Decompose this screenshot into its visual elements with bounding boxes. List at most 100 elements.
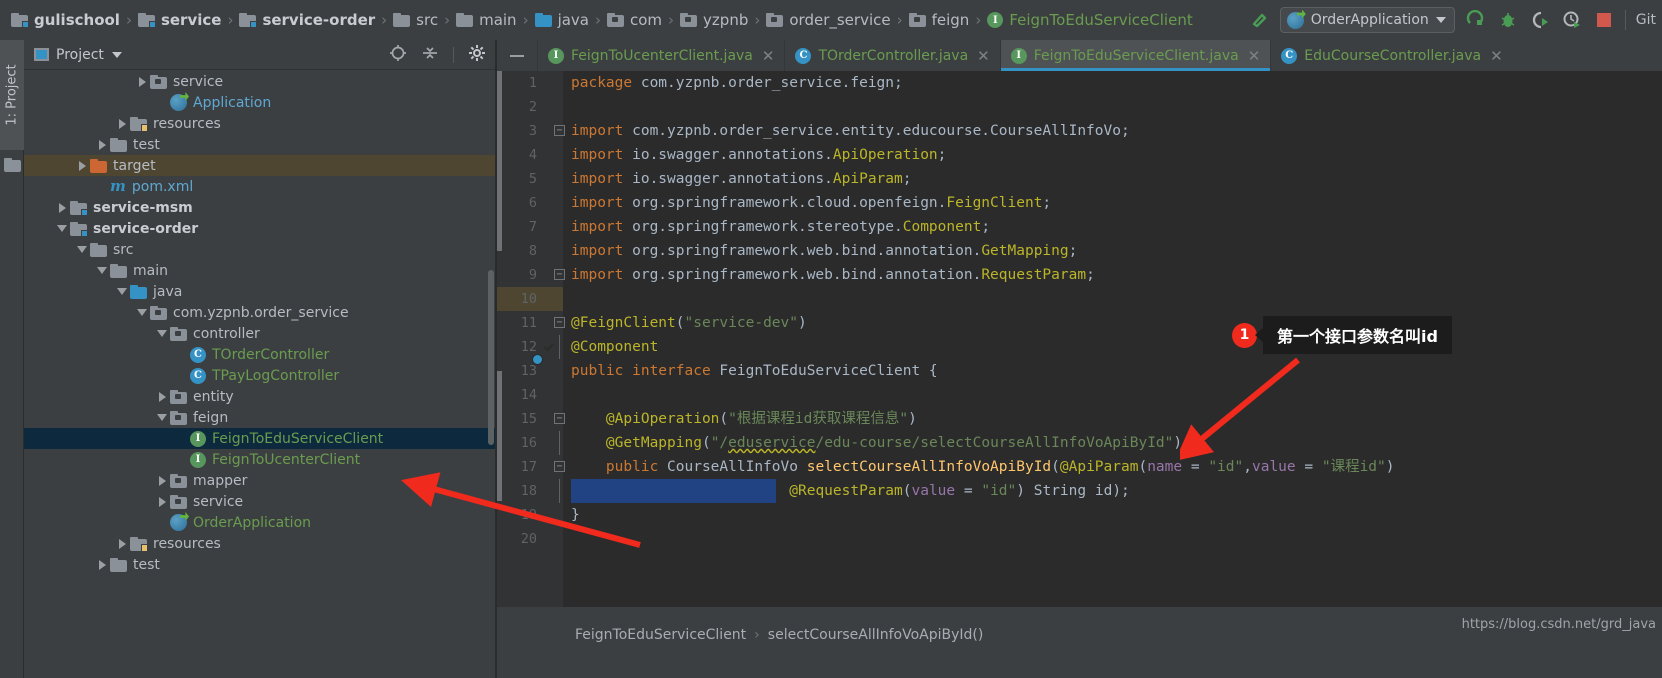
chevron-down-icon[interactable] [154,330,170,337]
tree-node-src[interactable]: src [24,239,496,260]
collapse-all-icon[interactable] [421,44,439,66]
chevron-right-icon[interactable] [154,496,170,507]
tree-node-entity[interactable]: entity [24,386,496,407]
settings-gear-icon[interactable] [468,44,486,66]
tree-node-mapper[interactable]: mapper [24,470,496,491]
breadcrumb-item-gulischool[interactable]: gulischool [8,5,123,35]
chevron-right-icon[interactable] [114,118,130,129]
code-line[interactable]: 11 − @FeignClient("service-dev") [497,311,1662,335]
code-line[interactable]: 17 − public CourseAllInfoVo selectCourseA… [497,455,1662,479]
chevron-down-icon[interactable] [54,225,70,232]
chevron-right-icon[interactable] [74,160,90,171]
tree-node-orderapplication[interactable]: OrderApplication [24,512,496,533]
code-line[interactable]: 15 − @ApiOperation("根据课程id获取课程信息") [497,407,1662,431]
editor-tab-feigntoeduserviceclient-java[interactable]: I FeignToEduServiceClient.java ✕ [999,40,1271,71]
code-fold-icon[interactable]: − [554,461,565,472]
chevron-right-icon[interactable] [54,202,70,213]
run-with-coverage-icon[interactable] [1529,9,1551,31]
breadcrumb-item-service-order[interactable]: service-order [236,5,378,35]
tree-node-controller[interactable]: controller [24,323,496,344]
editor-tab-feigntoucenterclient-java[interactable]: I FeignToUcenterClient.java ✕ [537,40,784,71]
locate-icon[interactable] [389,44,407,66]
close-icon[interactable]: ✕ [1248,47,1261,65]
tree-node-service[interactable]: service [24,71,496,92]
tree-node-main[interactable]: main [24,260,496,281]
breadcrumb-item-yzpnb[interactable]: yzpnb [677,5,751,35]
tree-node-test[interactable]: test [24,554,496,575]
code-line[interactable]: 1 package com.yzpnb.order_service.feign; [497,71,1662,95]
code-line[interactable]: 5 import io.swagger.annotations.ApiParam; [497,167,1662,191]
project-panel-scrollbar[interactable] [488,270,494,445]
editor-tab-educoursecontroller-java[interactable]: C EduCourseController.java ✕ [1270,40,1512,71]
spring-bean-leaf-icon[interactable] [541,339,557,355]
tree-node-com-yzpnb-order-service[interactable]: com.yzpnb.order_service [24,302,496,323]
chevron-down-icon[interactable] [154,414,170,421]
breadcrumb-item-feigntoeduserviceclient[interactable]: I FeignToEduServiceClient [984,5,1195,35]
code-editor[interactable]: 1 package com.yzpnb.order_service.feign; 2… [497,71,1662,607]
code-line[interactable]: 18 @RequestParam(value = "id") String id… [497,479,1662,503]
project-tree[interactable]: service Application resources test target m po… [24,71,496,678]
tree-node-feigntoucenterclient[interactable]: I FeignToUcenterClient [24,449,496,470]
code-fold-icon[interactable]: − [554,269,565,280]
code-line[interactable]: 19} [497,503,1662,527]
tree-node-tpaylogcontroller[interactable]: C TPayLogController [24,365,496,386]
code-fold-icon[interactable]: − [554,125,565,136]
code-content[interactable]: 1 package com.yzpnb.order_service.feign; 2… [497,71,1662,607]
tree-node-pom-xml[interactable]: m pom.xml [24,176,496,197]
breadcrumb-item-com[interactable]: com [604,5,665,35]
chevron-right-icon[interactable] [154,391,170,402]
close-icon[interactable]: ✕ [977,47,990,65]
tree-node-java[interactable]: java [24,281,496,302]
stop-icon[interactable] [1593,9,1615,31]
breadcrumb-item-order-service[interactable]: order_service [763,5,893,35]
breadcrumb-item-java[interactable]: java [532,5,592,35]
code-line[interactable]: 8 import org.springframework.web.bind.ann… [497,239,1662,263]
code-fold-icon[interactable]: − [554,413,565,424]
chevron-right-icon[interactable] [94,139,110,150]
chevron-down-icon[interactable] [134,309,150,316]
status-breadcrumb-item[interactable]: selectCourseAllInfoVoApiById() [768,627,984,643]
code-line[interactable]: 2 [497,95,1662,119]
status-breadcrumb[interactable]: FeignToEduServiceClient › selectCourseAllI… [575,627,983,643]
tree-node-feign[interactable]: feign [24,407,496,428]
chevron-right-icon[interactable] [134,76,150,87]
code-line[interactable]: 4 import io.swagger.annotations.ApiOperat… [497,143,1662,167]
tool-window-tab-project[interactable]: 1: Project [0,40,24,150]
tree-node-service[interactable]: service [24,491,496,512]
code-line[interactable]: 14 [497,383,1662,407]
breadcrumb-item-feign[interactable]: feign [906,5,973,35]
chevron-right-icon[interactable] [154,475,170,486]
code-line[interactable]: 10 [497,287,1662,311]
breadcrumb-item-service[interactable]: service [135,5,224,35]
tree-node-resources[interactable]: resources [24,113,496,134]
close-icon[interactable]: ✕ [762,47,775,65]
build-hammer-icon[interactable] [1248,9,1270,31]
debug-icon[interactable] [1497,9,1519,31]
close-icon[interactable]: ✕ [1490,47,1503,65]
chevron-right-icon[interactable] [94,559,110,570]
tree-node-service-order[interactable]: service-order [24,218,496,239]
chevron-down-icon[interactable] [94,267,110,274]
tree-node-service-msm[interactable]: service-msm [24,197,496,218]
tree-node-tordercontroller[interactable]: C TOrderController [24,344,496,365]
code-line[interactable]: 6 import org.springframework.cloud.openfe… [497,191,1662,215]
breadcrumb-item-main[interactable]: main [453,5,519,35]
code-line[interactable]: 20 [497,527,1662,551]
tree-node-target[interactable]: target [24,155,496,176]
run-configuration-selector[interactable]: OrderApplication [1279,7,1455,33]
code-line[interactable]: 16 @GetMapping("/eduservice/edu-course/s… [497,431,1662,455]
chevron-right-icon[interactable] [114,538,130,549]
chevron-down-icon[interactable] [74,246,90,253]
hide-tool-window-button[interactable] [497,40,537,71]
code-line[interactable]: 7 import org.springframework.stereotype.C… [497,215,1662,239]
chevron-down-icon[interactable] [114,288,130,295]
chevron-down-icon[interactable] [111,51,122,58]
profile-icon[interactable] [1561,9,1583,31]
tree-node-resources[interactable]: resources [24,533,496,554]
git-menu-label[interactable]: Git [1636,12,1656,28]
structure-folder-icon[interactable] [4,158,21,172]
editor-tab-tordercontroller-java[interactable]: C TOrderController.java ✕ [784,40,999,71]
spring-bean-icon[interactable] [541,363,557,379]
code-line[interactable]: 13 public interface FeignToEduServiceClie… [497,359,1662,383]
code-line[interactable]: 3 − import com.yzpnb.order_service.entity.… [497,119,1662,143]
